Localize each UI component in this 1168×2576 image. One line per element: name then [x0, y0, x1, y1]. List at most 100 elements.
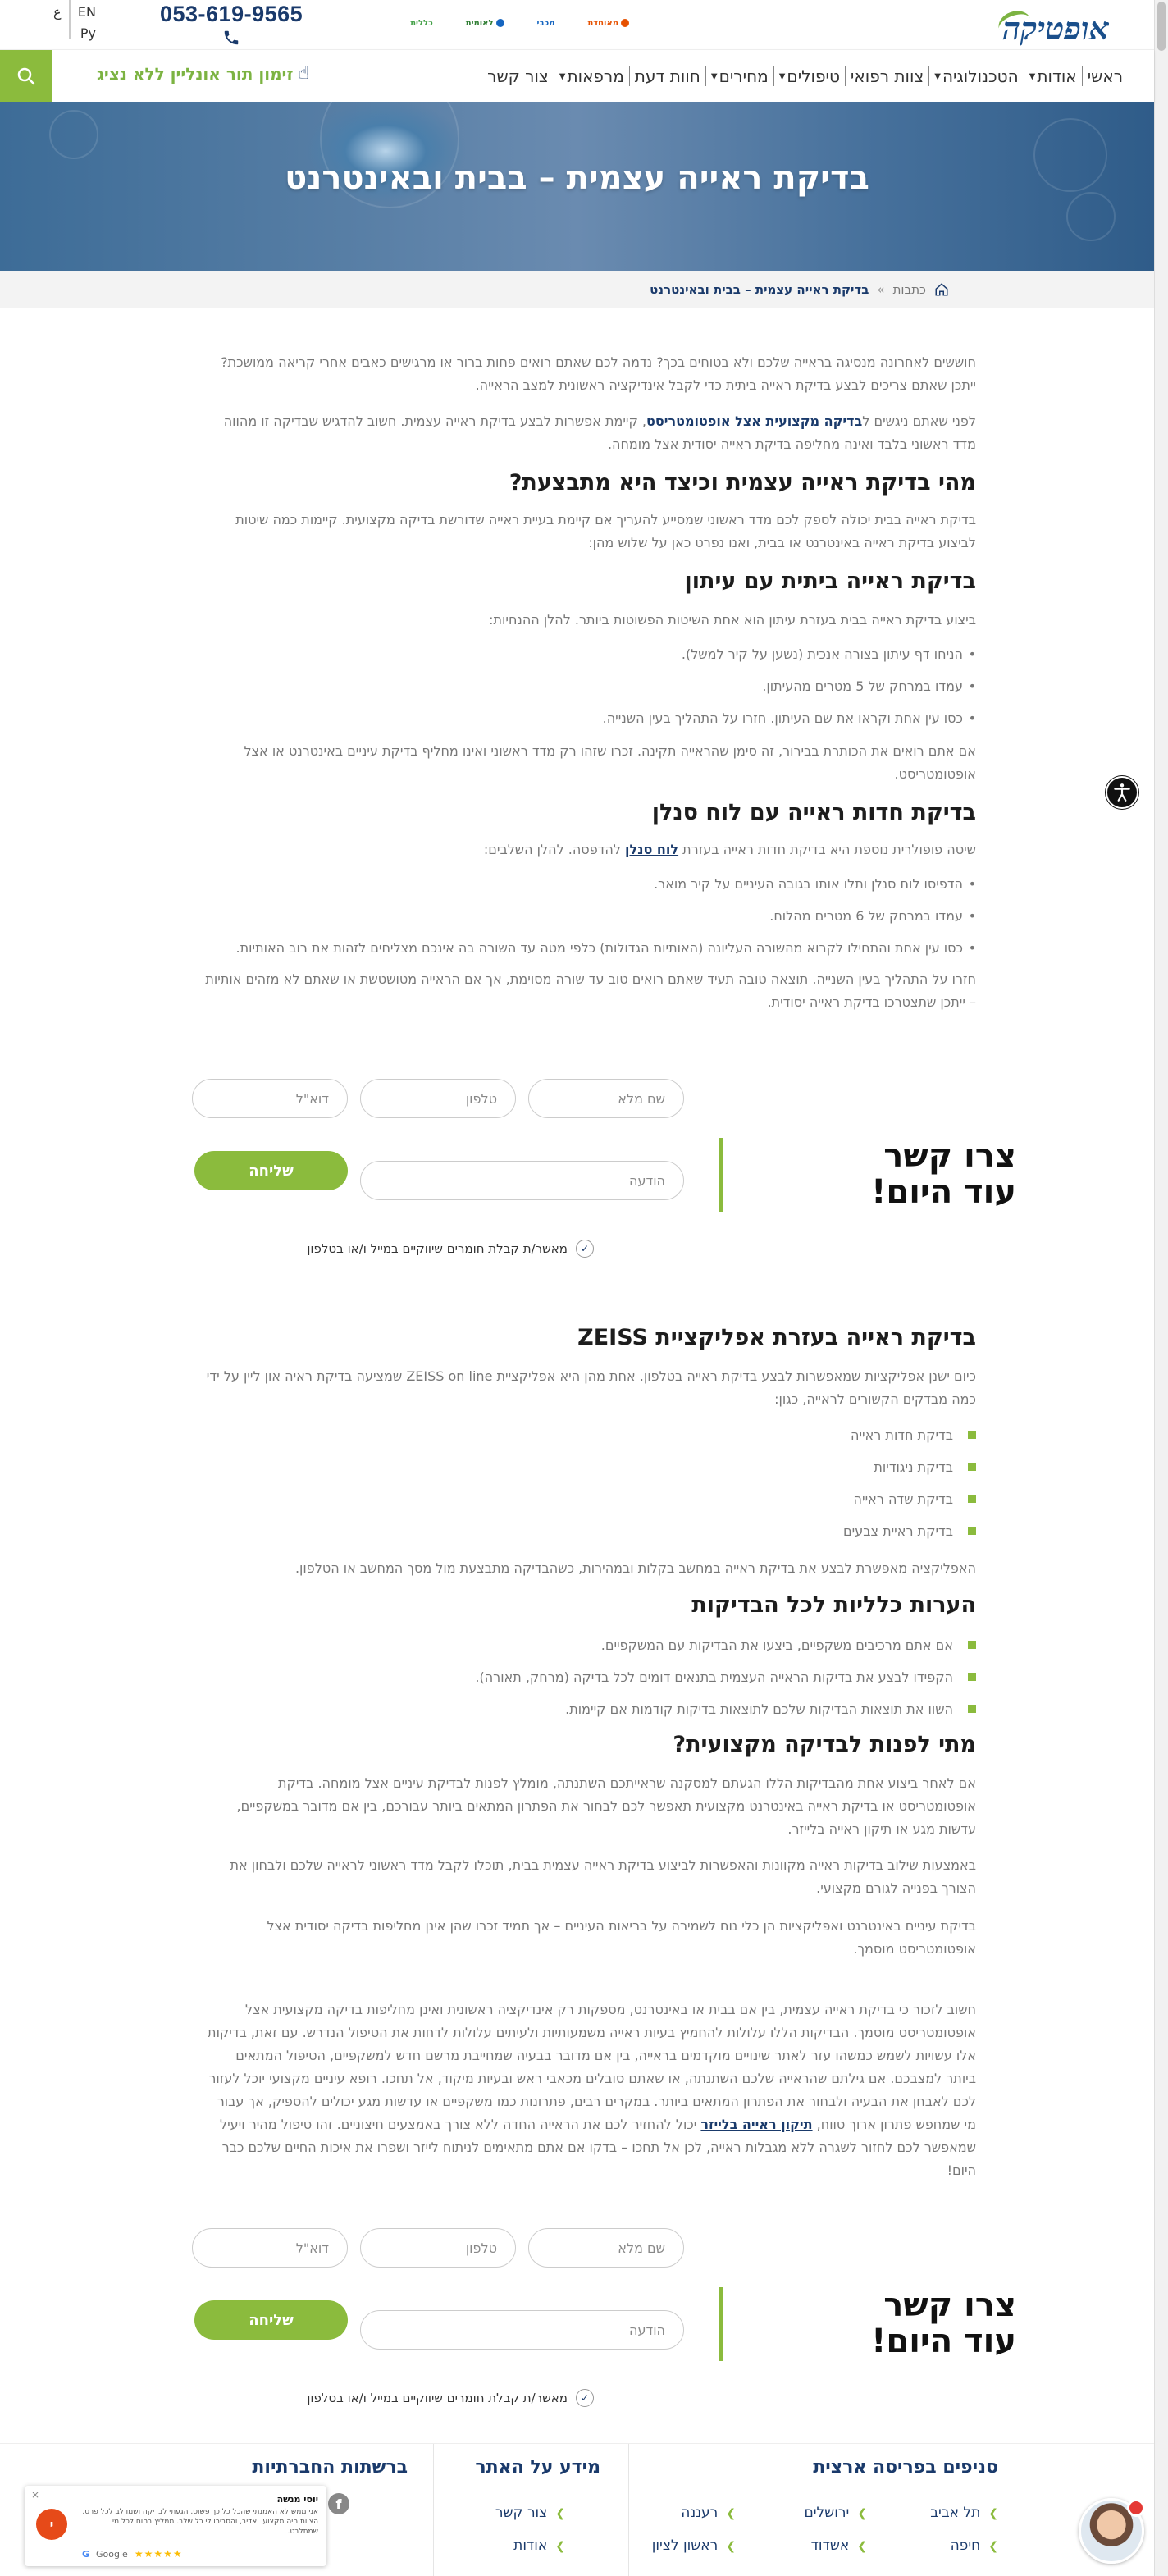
- nav-separator: [773, 66, 774, 86]
- hero-banner: בדיקת ראייה עצמית – בבית ובאינטרנט: [0, 102, 1154, 271]
- nav-item-medical-team[interactable]: צוות רפואי: [851, 66, 924, 86]
- send-button[interactable]: שליחה: [194, 1151, 348, 1190]
- breadcrumb-trail: כתבות » בדיקת ראייה עצמית – בבית ובאינטר…: [650, 282, 949, 297]
- search-icon: [17, 67, 35, 85]
- lang-ru[interactable]: Ру: [80, 23, 96, 44]
- footer-link-contact[interactable]: ❯ צור קשר: [495, 2505, 565, 2521]
- phone-input[interactable]: טלפון: [360, 2228, 516, 2268]
- consent-checkbox[interactable]: ✓ מאשר/ת קבלת חומרים שיווקיים במייל ו/או…: [307, 1240, 594, 1258]
- message-input[interactable]: הודעה: [360, 1161, 684, 1200]
- branch-link-raanana[interactable]: ❯ רעננה: [681, 2505, 736, 2521]
- language-row: Ру: [53, 23, 96, 44]
- partner-logo-leumit: לאומית: [466, 15, 504, 31]
- partner-label: לאומית: [465, 18, 494, 28]
- list-item: השוו את תוצאות הבדיקות שלכם לתוצאות בדיק…: [475, 1701, 976, 1718]
- newspaper-paragraph: ביצוע בדיקת ראייה בבית בעזרת עיתון הוא א…: [489, 612, 976, 628]
- section-heading-notes: הערות כלליות לכל הבדיקות: [691, 1592, 976, 1618]
- list-item: הדפיסו לוח סנלן ותלו אותו בגובה העיניים …: [205, 876, 976, 893]
- breadcrumb-separator: »: [877, 282, 885, 297]
- list-item: הניחו דף עיתון בצורה אנכית (נשען על קיר …: [205, 646, 976, 663]
- review-text: אני ממש לא האמנתי שהכל כל כך פשוט. הגעתי…: [82, 2508, 318, 2536]
- zeiss-paragraph: כיום ישנן אפליקציות שמאפשרות לבצע בדיקת …: [206, 1368, 976, 1407]
- checkmark-icon[interactable]: ✓: [576, 1240, 594, 1258]
- partner-label: מאוחדת: [587, 18, 618, 28]
- facebook-icon[interactable]: f: [328, 2493, 349, 2514]
- review-source: G Google ★★★★★: [82, 2548, 183, 2560]
- nav-item-reviews[interactable]: חוות דעת: [635, 66, 700, 86]
- footer-divider: [433, 2444, 434, 2576]
- when-paragraph-3: בדיקת עיניים באינטרנט ואפליקציות הן כלי …: [267, 1918, 976, 1957]
- google-review-popup: × יוסי מנשה אני ממש לא האמנתי שהכל כל כך…: [25, 2486, 326, 2566]
- lang-en[interactable]: EN: [78, 2, 96, 23]
- footer-site-info: מידע על האתר: [475, 2457, 600, 2478]
- branch-label: רעננה: [681, 2505, 719, 2521]
- section-heading-snellen: בדיקת חדות ראייה עם לוח סנלן: [651, 800, 976, 825]
- branch-link-jerusalem[interactable]: ❯ ירושלים: [804, 2505, 867, 2521]
- nav-item-contact[interactable]: צור קשר: [487, 66, 549, 86]
- intro-paragraph-2: לפני שאתם ניגשים לבדיקה מקצועית אצל אופט…: [205, 410, 976, 456]
- branch-link-rishon[interactable]: ❯ ראשון לציון: [652, 2537, 736, 2554]
- branch-link-haifa[interactable]: ❯ חיפה: [951, 2537, 998, 2554]
- chevron-left-icon: ❯: [555, 2540, 565, 2553]
- chevron-left-icon: ❯: [555, 2507, 565, 2520]
- phone-input[interactable]: טלפון: [360, 1079, 516, 1118]
- search-button[interactable]: [0, 50, 52, 103]
- partner-label: כללית: [410, 18, 433, 28]
- full-name-input[interactable]: שם מלא: [528, 2228, 684, 2268]
- breadcrumb-parent[interactable]: כתבות: [893, 282, 926, 297]
- chevron-left-icon: ❯: [988, 2540, 998, 2553]
- nav-item-prices[interactable]: מחירים ▼: [711, 66, 769, 86]
- email-input[interactable]: דוא"ל: [192, 2228, 348, 2268]
- accessibility-button[interactable]: [1106, 776, 1138, 809]
- checkmark-icon[interactable]: ✓: [576, 2389, 594, 2407]
- email-input[interactable]: דוא"ל: [192, 1079, 348, 1118]
- nav-item-technology[interactable]: הטכנולוגיה ▼: [934, 66, 1018, 86]
- nav-separator: [928, 66, 930, 86]
- close-icon[interactable]: ×: [31, 2489, 39, 2501]
- nav-item-treatments[interactable]: טיפולים ▼: [779, 66, 840, 86]
- page-title: בדיקת ראייה עצמית – בבית ובאינטרנט: [285, 159, 869, 197]
- chat-agent-avatar[interactable]: [1079, 2498, 1145, 2564]
- nav-label: מחירים: [719, 66, 769, 86]
- nav-item-clinics[interactable]: מרפאות ▼: [559, 66, 624, 86]
- online-booking-link[interactable]: ☝ זימון תור אונליין ללא נציג: [97, 63, 309, 84]
- list-item: עמדו במרחק של 5 מטרים מהעיתון.: [205, 678, 976, 695]
- consent-checkbox[interactable]: ✓ מאשר/ת קבלת חומרים שיווקיים במייל ו/או…: [307, 2389, 594, 2407]
- scrollbar-thumb[interactable]: [1157, 2, 1166, 51]
- chevron-down-icon: ▼: [559, 71, 566, 81]
- phone-number[interactable]: 053-619-9565: [160, 2, 303, 27]
- review-source-label: Google: [96, 2548, 128, 2560]
- language-row: EN ع: [53, 2, 96, 23]
- nav-item-about[interactable]: אודות ▼: [1029, 66, 1077, 86]
- send-button[interactable]: שליחה: [194, 2300, 348, 2340]
- home-icon[interactable]: [934, 282, 949, 297]
- nav-item-home[interactable]: ראשי: [1088, 66, 1123, 86]
- phone-contact[interactable]: 053-619-9565: [160, 2, 303, 50]
- chevron-left-icon: ❯: [726, 2507, 736, 2520]
- partner-logo-clalit: כללית: [410, 15, 433, 31]
- list-item: כסו עין אחת והתחילו לקרוא מהשורה העליונה…: [205, 940, 976, 957]
- chevron-down-icon: ▼: [710, 71, 718, 81]
- branch-link-tel-aviv[interactable]: ❯ תל אביב: [930, 2505, 998, 2521]
- footer-branches: סניפים בפריסה ארצית: [813, 2457, 998, 2478]
- professional-exam-link[interactable]: בדיקה מקצועית אצל אופטומטריסט: [646, 413, 862, 429]
- branch-link-ashdod[interactable]: ❯ אשדוד: [811, 2537, 867, 2554]
- message-input[interactable]: הודעה: [360, 2310, 684, 2350]
- phone-icon: [224, 30, 239, 45]
- general-notes: אם אתם מרכיבים משקפיים, ביצעו את הבדיקות…: [475, 1637, 976, 1718]
- branch-label: חיפה: [950, 2537, 981, 2554]
- booking-label: זימון תור אונליין ללא נציג: [97, 63, 294, 84]
- full-name-input[interactable]: שם מלא: [528, 1079, 684, 1118]
- list-item: עמדו במרחק של 6 מטרים מהלוח.: [205, 908, 976, 925]
- footer-link-about[interactable]: ❯ אודות: [513, 2537, 565, 2554]
- laser-correction-link[interactable]: תיקון ראייה בלייזר: [700, 2117, 812, 2132]
- nav-separator: [628, 66, 630, 86]
- nav-label: צוות רפואי: [850, 66, 924, 86]
- nav-label: צור קשר: [487, 66, 549, 86]
- page-scrollbar[interactable]: [1154, 0, 1168, 2576]
- newspaper-note: אם אתם רואים את הכותרת בבירור, זה סימן ש…: [244, 743, 976, 782]
- lang-ar[interactable]: ع: [53, 2, 62, 23]
- list-item: בדיקת ראיית צבעים: [843, 1523, 976, 1540]
- logo-text: אופטיקה: [1002, 10, 1109, 47]
- snellen-chart-link[interactable]: לוח סנלן: [625, 842, 678, 857]
